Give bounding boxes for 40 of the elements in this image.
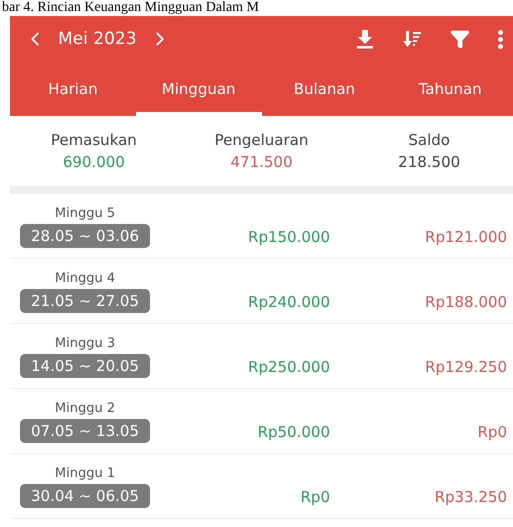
week-label: Minggu 4 — [54, 271, 116, 286]
menu-icon — [498, 30, 503, 48]
summary-value: 690.000 — [62, 153, 125, 171]
expense-amount: Rp0 — [476, 422, 507, 441]
menu-button[interactable] — [498, 30, 503, 48]
date-range-badge: 28.05 ~ 03.06 — [20, 224, 150, 248]
month-label: Mei 2023 — [58, 29, 137, 49]
week-label: Minggu 5 — [54, 206, 116, 221]
summary-label: Saldo — [408, 131, 450, 149]
period-tab[interactable]: Mingguan — [136, 62, 262, 116]
income-amount: Rp50.000 — [256, 422, 330, 441]
date-range-badge: 07.05 ~ 13.05 — [20, 419, 150, 443]
week-label: Minggu 3 — [54, 336, 116, 351]
date-range-badge: 21.05 ~ 27.05 — [20, 289, 150, 313]
sort-button[interactable] — [402, 29, 422, 49]
week-label: Minggu 2 — [54, 401, 116, 416]
summary-value: 471.500 — [230, 153, 293, 171]
summary-label: Pemasukan — [50, 131, 137, 149]
period-tab[interactable]: Bulanan — [262, 62, 388, 116]
expense-amount: Rp33.250 — [434, 487, 507, 506]
week-label: Minggu 1 — [54, 466, 116, 481]
expense-amount: Rp129.250 — [424, 357, 507, 376]
expense-amount: Rp121.000 — [424, 227, 507, 246]
income-amount: Rp250.000 — [247, 357, 330, 376]
summary-label: Pengeluaran — [214, 131, 308, 149]
period-tab[interactable]: Tahunan — [387, 62, 513, 116]
income-amount: Rp0 — [300, 487, 330, 506]
download-button[interactable] — [356, 29, 374, 49]
filter-icon — [450, 29, 470, 49]
expense-amount: Rp188.000 — [424, 292, 507, 311]
period-tab[interactable]: Harian — [10, 62, 136, 116]
summary-value: 218.500 — [398, 153, 460, 171]
caption-text: bar 4. Rincian Keuangan Mingguan Dalam M — [1, 0, 260, 16]
date-range-badge: 14.05 ~ 20.05 — [20, 354, 150, 378]
filter-button[interactable] — [450, 29, 470, 49]
income-amount: Rp240.000 — [247, 292, 330, 311]
sort-icon — [402, 29, 422, 49]
income-amount: Rp150.000 — [247, 227, 330, 246]
date-range-badge: 30.04 ~ 06.05 — [20, 484, 150, 508]
download-icon — [356, 29, 374, 49]
